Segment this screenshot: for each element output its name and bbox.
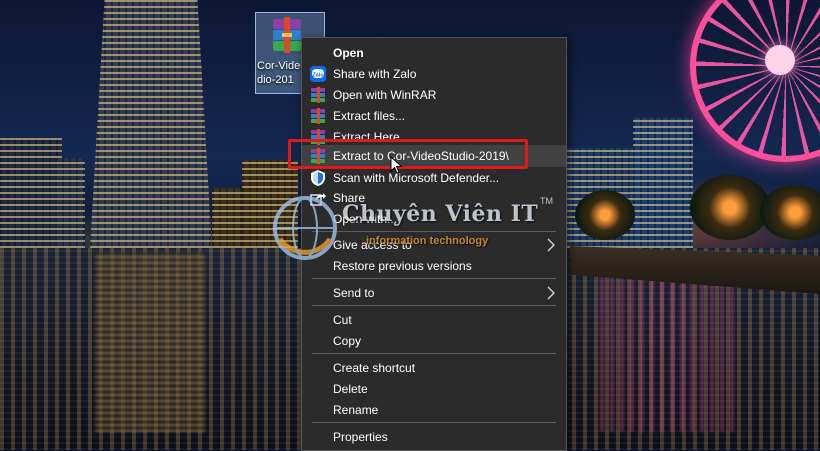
winrar-archive-icon <box>273 17 301 53</box>
menu-item-label: Copy <box>333 334 362 348</box>
ferris-wheel <box>690 0 820 162</box>
lit-tree <box>575 190 635 240</box>
menu-item-open[interactable]: Open <box>302 43 566 63</box>
watermark-trademark: TM <box>540 196 553 206</box>
zalo-icon: Zalo <box>310 66 326 82</box>
menu-item-open-with-winrar[interactable]: Open with WinRAR <box>302 85 566 105</box>
defender-shield-icon <box>311 170 325 186</box>
menu-item-label: Cut <box>333 313 352 327</box>
menu-item-label: Share with Zalo <box>333 67 417 81</box>
menu-item-rename[interactable]: Rename <box>302 400 566 420</box>
menu-item-label: Properties <box>333 430 388 444</box>
lit-tree <box>690 175 770 240</box>
landmark-tower <box>90 0 212 248</box>
menu-item-create-shortcut[interactable]: Create shortcut <box>302 358 566 378</box>
menu-item-label: Open with WinRAR <box>333 88 437 102</box>
winrar-icon <box>311 87 325 103</box>
svg-text:Zalo: Zalo <box>312 73 324 79</box>
menu-item-label: Extract files... <box>333 109 406 123</box>
watermark-title: Chuyên Viên IT <box>342 201 539 227</box>
menu-separator <box>312 305 556 306</box>
menu-item-label: Create shortcut <box>333 361 416 375</box>
watermark-globe-logo-icon <box>273 196 337 260</box>
menu-item-scan-defender[interactable]: Scan with Microsoft Defender... <box>302 168 566 188</box>
building <box>0 138 62 248</box>
chevron-right-icon <box>547 286 555 300</box>
menu-item-label: Rename <box>333 403 379 417</box>
menu-item-extract-files[interactable]: Extract files... <box>302 106 566 126</box>
menu-item-cut[interactable]: Cut <box>302 310 566 330</box>
menu-separator <box>312 353 556 354</box>
menu-item-label: Open <box>333 46 364 60</box>
menu-separator <box>312 422 556 423</box>
ferris-wheel-hub <box>765 45 795 75</box>
highlight-annotation-box <box>288 139 528 169</box>
building <box>633 118 693 248</box>
menu-item-properties[interactable]: Properties <box>302 427 566 447</box>
lit-tree <box>760 185 820 240</box>
mouse-pointer-icon <box>390 156 403 174</box>
watermark-subtitle: information technology <box>366 235 489 247</box>
menu-item-send-to[interactable]: Send to <box>302 283 566 303</box>
menu-separator <box>312 278 556 279</box>
watermark: Chuyên Viên IT TM information technology <box>272 193 572 267</box>
menu-item-share-with-zalo[interactable]: Zalo Share with Zalo <box>302 64 566 84</box>
menu-item-delete[interactable]: Delete <box>302 379 566 399</box>
menu-item-label: Scan with Microsoft Defender... <box>333 171 500 185</box>
winrar-icon <box>311 108 325 124</box>
building <box>55 158 85 248</box>
tower-reflection <box>95 252 205 432</box>
menu-item-copy[interactable]: Copy <box>302 331 566 351</box>
menu-item-label: Delete <box>333 382 368 396</box>
menu-item-label: Send to <box>333 286 375 300</box>
